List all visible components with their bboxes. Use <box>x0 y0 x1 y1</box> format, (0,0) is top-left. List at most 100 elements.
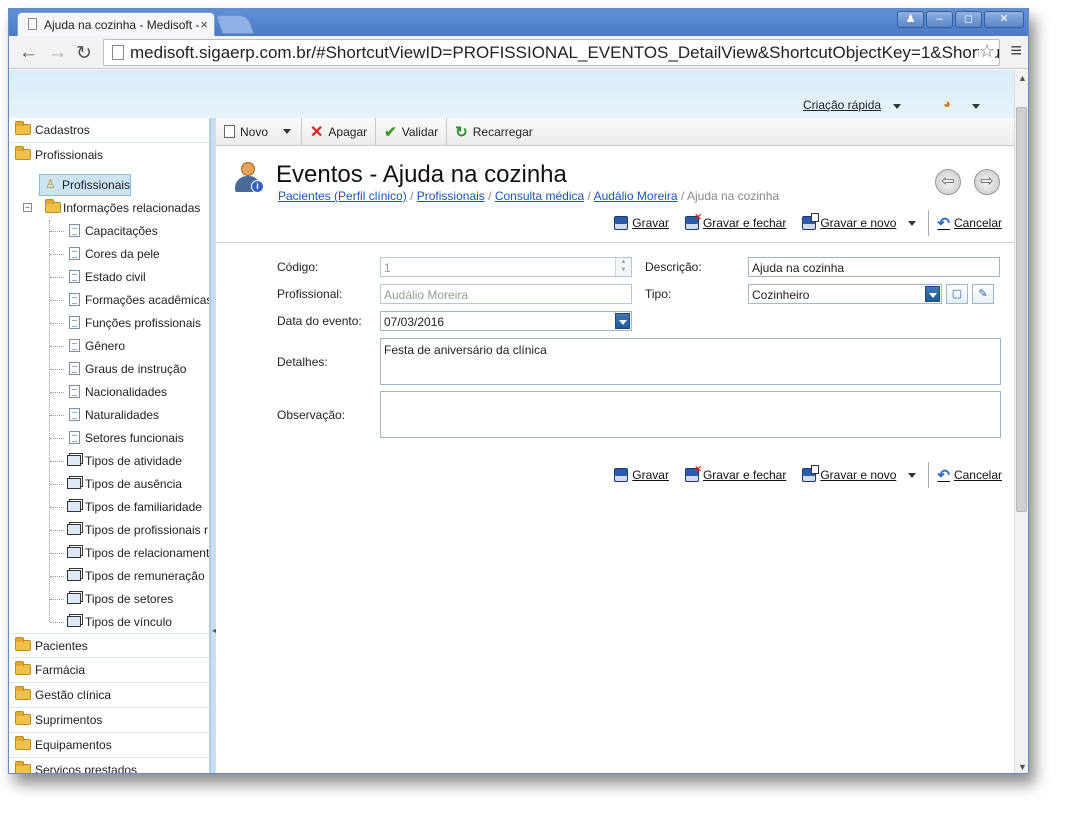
nav-group-cadastros[interactable]: Cadastros <box>9 118 209 143</box>
profissional-field[interactable]: Audálio Moreira <box>380 284 632 304</box>
chrome-menu-icon[interactable]: ≡ <box>1010 40 1022 63</box>
back-arrow-icon[interactable]: ← <box>19 42 38 64</box>
nav-group[interactable]: Serviços prestados <box>9 758 209 773</box>
save-button[interactable]: Gravar <box>614 468 669 482</box>
data-evento-field[interactable]: 07/03/2016 <box>380 311 632 331</box>
tree-item[interactable]: Nacionalidades <box>37 381 209 404</box>
maximize-button[interactable]: ◻ <box>955 11 982 28</box>
delete-button[interactable]: ✕ Apagar <box>302 118 377 145</box>
close-window-button[interactable]: ✕ <box>984 11 1024 28</box>
tree-item[interactable]: Tipos de profissionais r <box>37 519 209 542</box>
tree-item[interactable]: Gênero <box>37 335 209 358</box>
tree-item[interactable]: Capacitações <box>37 220 209 243</box>
previous-record-button[interactable]: ⇦ <box>935 169 961 195</box>
breadcrumb-link[interactable]: Pacientes (Perfil clínico) <box>278 189 407 203</box>
breadcrumb-link[interactable]: Consulta médica <box>495 189 584 203</box>
sidebar-item-profissionais[interactable]: ♙ Profissionais <box>39 174 131 196</box>
folder-icon <box>15 686 31 700</box>
undo-icon: ↶ <box>937 215 950 232</box>
dropdown-arrow-icon[interactable] <box>925 286 940 302</box>
url-text: medisoft.sigaerp.com.br/#ShortcutViewID=… <box>130 43 1000 62</box>
chevron-down-icon[interactable] <box>283 129 292 134</box>
chevron-down-icon[interactable] <box>908 220 917 226</box>
tree-item[interactable]: Cores da pele <box>37 243 209 266</box>
save-close-button[interactable]: Gravar e fechar <box>684 464 786 482</box>
save-close-button[interactable]: Gravar e fechar <box>684 212 786 230</box>
tree-item[interactable]: Tipos de atividade <box>37 450 209 473</box>
nav-group-profissionais[interactable]: Profissionais <box>9 143 209 168</box>
close-tab-icon[interactable]: × <box>200 17 208 32</box>
tree-item[interactable]: Tipos de vínculo <box>37 611 209 634</box>
top-action-bar: Gravar Gravar e fechar Gravar e novo ↶Ca… <box>614 210 1002 236</box>
validate-button[interactable]: ✔ Validar <box>376 118 448 145</box>
calendar-dropdown-icon[interactable] <box>615 313 630 329</box>
tree-item[interactable]: Tipos de relacionament <box>37 542 209 565</box>
save-button[interactable]: Gravar <box>614 216 669 230</box>
observacao-textarea[interactable] <box>380 391 1001 438</box>
new-button[interactable]: Novo <box>216 118 303 145</box>
browser-tab[interactable]: Ajuda na cozinha - Medisoft - × <box>17 12 215 36</box>
reload-icon[interactable]: ↻ <box>76 42 92 65</box>
folder-icon <box>15 761 31 773</box>
folder-icon <box>15 146 31 160</box>
scroll-up-icon[interactable]: ▲ <box>1018 73 1027 83</box>
next-record-button[interactable]: ⇨ <box>974 169 1000 195</box>
tree-item-label: Tipos de vínculo <box>85 615 172 629</box>
bookmark-star-icon[interactable]: ☆ <box>978 41 995 62</box>
nav-group[interactable]: Suprimentos <box>9 708 209 733</box>
tree-item[interactable]: Tipos de ausência <box>37 473 209 496</box>
tree-item[interactable]: Tipos de remuneração <box>37 565 209 588</box>
tree-item-label: Capacitações <box>85 224 158 238</box>
detalhes-textarea[interactable]: Festa de aniversário da clínica <box>380 338 1001 385</box>
codigo-field[interactable]: 1 ▲ ▼ <box>380 257 632 277</box>
edit-tipo-button[interactable]: ✎ <box>972 284 994 304</box>
descricao-field[interactable]: Ajuda na cozinha <box>748 257 1000 277</box>
tipo-select[interactable]: Cozinheiro <box>748 284 942 304</box>
nav-group-label: Profissionais <box>35 148 104 162</box>
tree-item[interactable]: Naturalidades <box>37 404 209 427</box>
nav-group[interactable]: Equipamentos <box>9 733 209 758</box>
address-bar[interactable]: medisoft.sigaerp.com.br/#ShortcutViewID=… <box>103 39 1000 66</box>
chevron-down-icon[interactable] <box>893 104 901 109</box>
save-new-button[interactable]: Gravar e novo <box>802 465 896 482</box>
sidebar-item-informacoes[interactable]: − Informações relacionadas <box>23 199 209 219</box>
chevron-down-icon[interactable] <box>908 472 917 478</box>
navigation-sidebar: Cadastros Profissionais ♙ Profissionais −… <box>9 118 210 773</box>
tree-item[interactable]: Formações acadêmicas <box>37 289 209 312</box>
tree-item[interactable]: Graus de instrução <box>37 358 209 381</box>
vertical-scrollbar[interactable]: ▲ ▼ <box>1014 70 1028 773</box>
save-new-button[interactable]: Gravar e novo <box>802 213 896 230</box>
user-icon[interactable]: ♟ <box>897 11 924 28</box>
nav-group[interactable]: Gestão clínica <box>9 683 209 708</box>
folder-icon <box>15 637 31 651</box>
breadcrumb-link[interactable]: Audálio Moreira <box>594 189 678 203</box>
observacao-label: Observação: <box>277 408 346 422</box>
tree-item[interactable]: Estado civil <box>37 266 209 289</box>
nav-group[interactable]: Farmácia <box>9 658 209 683</box>
collapse-icon[interactable]: − <box>23 203 32 212</box>
forward-arrow-icon[interactable]: → <box>48 42 67 64</box>
minimize-button[interactable]: – <box>926 11 953 28</box>
quick-create-link[interactable]: Criação rápida <box>803 98 881 112</box>
nav-group[interactable]: Pacientes <box>9 633 209 658</box>
delete-label: Apagar <box>328 124 368 139</box>
tree-item[interactable]: Setores funcionais <box>37 427 209 450</box>
new-tipo-button[interactable]: ▢ <box>946 284 968 304</box>
scrollbar-thumb[interactable] <box>1016 107 1027 512</box>
tree-item[interactable]: Tipos de familiaridade <box>37 496 209 519</box>
chevron-down-icon[interactable] <box>972 104 980 109</box>
breadcrumb-current: Ajuda na cozinha <box>686 189 780 203</box>
document-icon <box>69 316 80 329</box>
reload-button[interactable]: ↻ Recarregar <box>447 118 541 145</box>
cancel-button[interactable]: ↶ Cancelar <box>937 466 1002 484</box>
scroll-down-icon[interactable]: ▼ <box>1018 762 1027 772</box>
palette-icon[interactable]: ◕ <box>943 96 951 111</box>
tree-item-label: Cores da pele <box>85 247 160 261</box>
spinner-icon[interactable]: ▲ ▼ <box>615 258 631 276</box>
tree-item[interactable]: Funções profissionais <box>37 312 209 335</box>
breadcrumb: Pacientes (Perfil clínico) / Profissiona… <box>278 189 779 203</box>
new-tab-button[interactable] <box>215 15 255 34</box>
tree-item[interactable]: Tipos de setores <box>37 588 209 611</box>
cancel-button[interactable]: ↶ Cancelar <box>937 214 1002 232</box>
breadcrumb-link[interactable]: Profissionais <box>417 189 485 203</box>
